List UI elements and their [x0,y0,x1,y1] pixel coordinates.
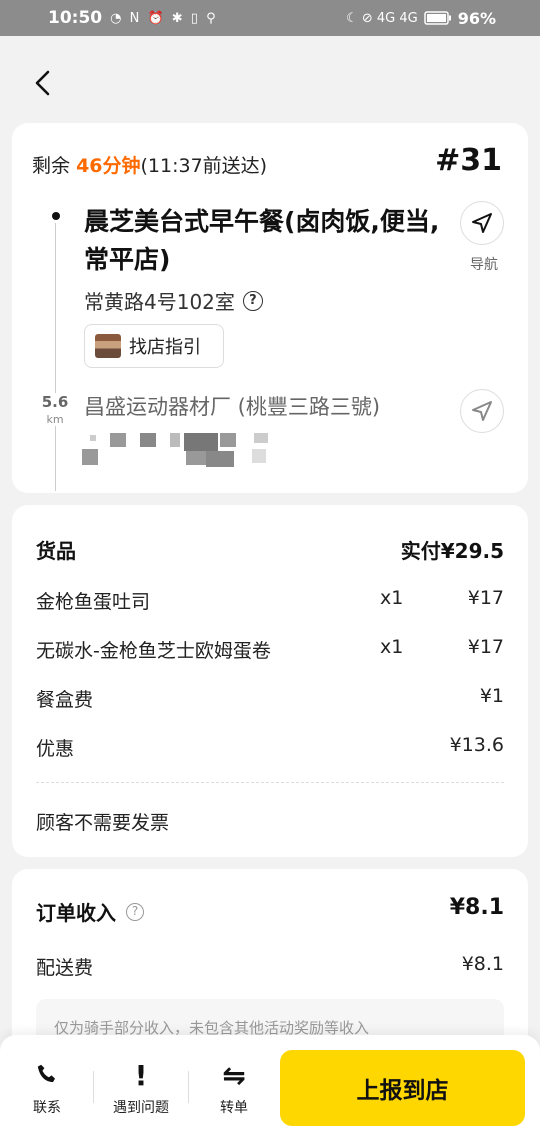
contact-label: 联系 [33,1100,61,1116]
shop-guide-button[interactable]: 找店指引 [84,324,224,368]
status-right: ☾ ⊘ 4G 4G 96% [346,9,496,28]
item-price: ¥17 [467,587,504,609]
income-total: ¥8.1 [449,895,504,920]
item-price: ¥17 [467,636,504,658]
exclamation-icon: ! [134,1058,148,1092]
transfer-icon: ⇋ [222,1058,246,1092]
box-fee-value: ¥1 [479,685,504,707]
remaining-time: 剩余 46分钟(11:37前送达) [32,151,267,178]
item-quantity: x1 [380,636,404,658]
route-line [55,223,56,491]
navigate-label: 导航 [470,257,498,273]
divider [36,782,504,783]
item-quantity: x1 [380,587,404,609]
problem-label: 遇到问题 [113,1100,169,1116]
status-right-icons: ☾ ⊘ 4G 4G [346,10,418,26]
battery-percent: 96% [457,8,496,28]
blurred-address-mosaic [82,431,282,471]
income-title: 订单收入 ? [36,897,144,926]
status-left-icons: ◔ N ⏰ ✱ ▯ ⚲ [110,10,218,26]
shop-address-text: 常黄路4号102室 [84,290,235,314]
transfer-button[interactable]: ⇋ 转单 [189,1057,279,1117]
problem-button[interactable]: ! 遇到问题 [96,1057,186,1117]
distance: 5.6 km [38,393,72,426]
store-photo-thumbnail [95,334,121,358]
battery-icon [423,11,451,25]
income-title-text: 订单收入 [36,901,116,925]
discount-value: ¥13.6 [449,734,504,756]
goods-card: 货品 实付¥29.5 金枪鱼蛋吐司 x1 ¥17 无碳水-金枪鱼芝士欧姆蛋卷 x… [12,505,528,857]
goods-item: 金枪鱼蛋吐司 x1 ¥17 [36,587,504,617]
deadline: (11:37前送达) [140,155,268,177]
order-number: #31 [435,143,502,178]
shop-name: 晨芝美台式早午餐(卤肉饭,便当,常平店) [84,207,440,274]
separator [93,1071,94,1103]
navigate-shop-button[interactable] [460,201,504,245]
status-bar: 10:50 ◔ N ⏰ ✱ ▯ ⚲ ☾ ⊘ 4G 4G 96% [0,0,540,36]
box-fee-label: 餐盒费 [36,689,94,711]
contact-button[interactable]: 联系 [2,1057,92,1117]
destination-name: 昌盛运动器材厂 (桃豐三路三號) [84,395,381,419]
item-name: 无碳水-金枪鱼芝士欧姆蛋卷 [36,640,271,662]
navigation-arrow-icon [472,213,492,233]
delivery-fee-label: 配送费 [36,957,94,979]
pickup-dot [52,212,60,220]
distance-value: 5.6 [41,393,69,411]
remain-prefix: 剩余 [32,155,71,177]
shop-address: 常黄路4号102室 ? [84,286,263,315]
navigation-arrow-icon [472,401,492,421]
box-fee-row: 餐盒费 ¥1 [36,685,504,715]
route-card: 剩余 46分钟(11:37前送达) #31 5.6 km 晨芝美台式早午餐(卤肉… [12,123,528,493]
bottom-action-bar: 联系 ! 遇到问题 ⇋ 转单 上报到店 [0,1035,540,1140]
help-icon[interactable]: ? [242,290,263,311]
item-name: 金枪鱼蛋吐司 [36,591,151,613]
navigate-destination-button[interactable] [460,389,504,433]
status-time: 10:50 [48,8,103,28]
transfer-label: 转单 [220,1100,248,1116]
income-card: 订单收入 ? ¥8.1 配送费 ¥8.1 仅为骑手部分收入，未包含其他活动奖励等… [12,869,528,1059]
phone-icon [37,1064,56,1083]
delivery-fee-value: ¥8.1 [461,953,504,975]
remain-minutes: 46分钟 [76,155,141,177]
distance-unit: km [46,413,64,426]
discount-row: 优惠 ¥13.6 [36,734,504,764]
chevron-left-icon[interactable] [30,66,58,100]
invoice-note: 顾客不需要发票 [36,812,170,834]
report-arrival-button[interactable]: 上报到店 [280,1050,525,1126]
discount-label: 优惠 [36,738,75,760]
goods-item: 无碳水-金枪鱼芝士欧姆蛋卷 x1 ¥17 [36,636,504,666]
paid-amount: 实付¥29.5 [400,539,504,563]
help-icon[interactable]: ? [126,902,144,921]
goods-title: 货品 [36,539,76,563]
shop-guide-label: 找店指引 [129,337,201,358]
